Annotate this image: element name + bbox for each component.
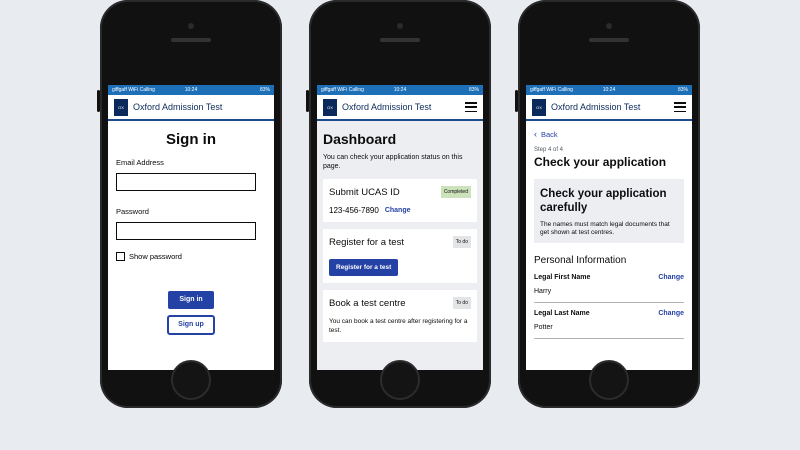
show-password-label: Show password [129,252,182,261]
task-title: Submit UCAS ID [329,186,400,198]
screen-check: giffgaff WiFi Calling 10:24 83% OX Oxfor… [526,85,692,370]
camera [188,23,194,29]
page-title: Dashboard [323,131,397,147]
carrier-text: giffgaff WiFi Calling [530,87,573,93]
battery-text: 83% [259,87,270,93]
check-content: ‹ Back Step 4 of 4 Check your applicatio… [526,121,692,354]
task-title: Book a test centre [329,297,406,309]
warning-panel: Check your application carefully The nam… [534,179,684,243]
status-badge: To do [452,236,471,248]
oxford-crest-icon: OX [323,98,337,116]
screen-dashboard: giffgaff WiFi Calling 10:24 83% OX Oxfor… [317,85,483,370]
show-password-row[interactable]: Show password [116,252,266,261]
app-header: OX Oxford Admission Test [108,95,274,121]
signin-form: Sign in Email Address Password Show pass… [108,121,274,349]
step-indicator: Step 4 of 4 [534,147,564,153]
task-title: Register for a test [329,236,404,248]
task-card-book: Book a test centre To do You can book a … [323,290,477,342]
email-label: Email Address [116,158,164,167]
camera [606,23,612,29]
task-card-register: Register for a test To do Register for a… [323,229,477,283]
register-test-button[interactable]: Register for a test [329,259,399,276]
summary-row-first-name: Legal First Name Change Harry [534,274,684,303]
status-badge: To do [452,297,471,309]
sign-up-button[interactable]: Sign up [167,315,215,335]
home-button[interactable] [171,360,211,400]
change-link[interactable]: Change [658,274,684,281]
menu-icon[interactable] [465,102,477,112]
home-button[interactable] [589,360,629,400]
carrier-text: giffgaff WiFi Calling [321,87,364,93]
oxford-crest-icon: OX [114,98,128,116]
show-password-checkbox[interactable] [116,252,125,261]
page-title: Check your application [534,155,667,169]
status-bar: giffgaff WiFi Calling 10:24 83% [317,85,483,95]
app-header: OX Oxford Admission Test [526,95,692,121]
home-button[interactable] [380,360,420,400]
task-card-ucas: Submit UCAS ID Completed 123-456-7890 Ch… [323,179,477,222]
carrier-text: giffgaff WiFi Calling [112,87,155,93]
password-label: Password [116,207,149,216]
menu-icon[interactable] [674,102,686,112]
app-title: Oxford Admission Test [133,102,223,112]
app-title: Oxford Admission Test [551,102,641,112]
summary-row-last-name: Legal Last Name Change Potter [534,310,684,339]
row-label: Legal First Name [534,274,591,281]
speaker [380,38,420,42]
back-label: Back [541,129,558,139]
dashboard-content: Dashboard You can check your application… [317,121,483,370]
battery-text: 83% [468,87,479,93]
row-value: Potter [534,324,553,331]
email-field[interactable] [116,173,256,191]
ucas-id-value: 123-456-7890 [329,206,379,215]
speaker [171,38,211,42]
panel-body: The names must match legal documents tha… [540,221,670,236]
dashboard-intro: You can check your application status on… [323,154,463,170]
oxford-crest-icon: OX [532,98,546,116]
phone-check: giffgaff WiFi Calling 10:24 83% OX Oxfor… [515,0,700,408]
phone-signin: giffgaff WiFi Calling 10:24 83% OX Oxfor… [97,0,282,408]
speaker [589,38,629,42]
page-title: Sign in [166,131,216,148]
row-label: Legal Last Name [534,310,590,317]
status-bar: giffgaff WiFi Calling 10:24 83% [526,85,692,95]
change-link[interactable]: Change [385,207,411,214]
camera [397,23,403,29]
back-link[interactable]: ‹ Back [534,129,684,139]
phone-dashboard: giffgaff WiFi Calling 10:24 83% OX Oxfor… [306,0,491,408]
chevron-left-icon: ‹ [534,129,537,139]
password-field[interactable] [116,222,256,240]
app-title: Oxford Admission Test [342,102,432,112]
change-link[interactable]: Change [658,310,684,317]
section-title: Personal Information [534,255,627,266]
panel-heading: Check your application carefully [540,188,667,214]
row-value: Harry [534,288,552,295]
sign-in-button[interactable]: Sign in [168,291,214,309]
app-header: OX Oxford Admission Test [317,95,483,121]
status-bar: giffgaff WiFi Calling 10:24 83% [108,85,274,95]
battery-text: 83% [677,87,688,93]
screen-signin: giffgaff WiFi Calling 10:24 83% OX Oxfor… [108,85,274,370]
task-description: You can book a test centre after registe… [329,318,468,334]
status-badge: Completed [440,186,471,198]
